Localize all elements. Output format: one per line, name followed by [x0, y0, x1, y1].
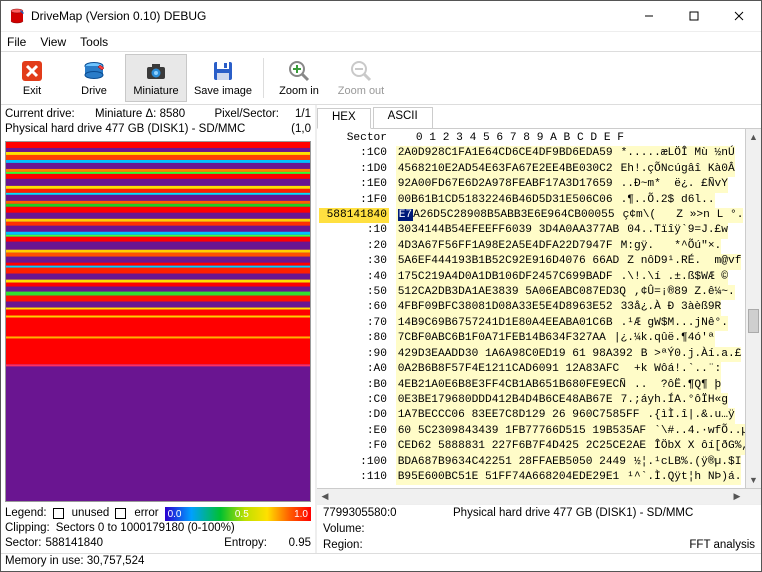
scroll-down-icon[interactable]: ▼: [746, 472, 761, 488]
miniature-button[interactable]: Miniature: [125, 54, 187, 102]
scroll-thumb[interactable]: [748, 309, 759, 333]
volume-val: [383, 523, 755, 535]
hex-viewer: Sector 0 1 2 3 4 5 6 7 8 9 A B C D E F:1…: [317, 129, 761, 488]
clipping-val: Sectors 0 to 1000179180 (0-100%): [56, 521, 235, 536]
zoom-out-icon: [349, 59, 373, 83]
info-bar: 7799305580:0 Physical hard drive 477 GB …: [317, 504, 761, 521]
save-icon: [211, 59, 235, 83]
current-drive-label: Current drive:: [5, 107, 95, 122]
grad-5: 0.5: [235, 507, 249, 522]
miniature-delta: Miniature Δ: 8580: [95, 107, 214, 122]
scroll-track[interactable]: [746, 145, 761, 472]
minimap[interactable]: [5, 141, 311, 502]
unused-checkbox[interactable]: [53, 508, 64, 519]
fft-link[interactable]: FFT analysis: [689, 539, 755, 551]
save-image-button[interactable]: Save image: [187, 52, 259, 104]
drive-desc: Physical hard drive 477 GB (DISK1) - SD/…: [5, 122, 279, 137]
drive-header: Current drive: Miniature Δ: 8580 Pixel/S…: [1, 105, 315, 139]
right-panel: HEX ASCII Sector 0 1 2 3 4 5 6 7 8 9 A B…: [317, 105, 761, 553]
window-controls: [626, 1, 761, 31]
grad-0: 0.0: [168, 507, 182, 522]
statusbar: Memory in use: 30,757,524: [1, 553, 761, 571]
menu-file[interactable]: File: [7, 35, 26, 49]
grad-1: 1.0: [294, 507, 308, 522]
region-val: [383, 539, 689, 551]
tab-ascii[interactable]: ASCII: [373, 107, 433, 128]
pixsec-val: 1/1: [279, 107, 311, 122]
clipping-label: Clipping:: [5, 521, 50, 536]
toolbar-separator: [263, 58, 264, 98]
titlebar: DriveMap (Version 0.10) DEBUG: [1, 1, 761, 31]
left-panel: Current drive: Miniature Δ: 8580 Pixel/S…: [1, 105, 317, 553]
menu-view[interactable]: View: [40, 35, 66, 49]
drive-label: Drive: [81, 85, 107, 97]
camera-icon: [144, 59, 168, 83]
app-icon: [9, 8, 25, 24]
sector-label: Sector:: [5, 536, 41, 551]
offset-val: 7799305580:0: [323, 507, 453, 519]
horizontal-scrollbar[interactable]: ◀ ▶: [317, 488, 761, 504]
hex-body[interactable]: Sector 0 1 2 3 4 5 6 7 8 9 A B C D E F:1…: [317, 129, 745, 488]
minimize-button[interactable]: [626, 1, 671, 31]
drive-icon: [82, 59, 106, 83]
content: Current drive: Miniature Δ: 8580 Pixel/S…: [1, 105, 761, 553]
mem-label: Memory in use:: [5, 555, 84, 570]
zoom-in-icon: [287, 59, 311, 83]
drive-desc-right: (1,0: [279, 122, 311, 137]
exit-label: Exit: [23, 85, 41, 97]
window-title: DriveMap (Version 0.10) DEBUG: [31, 9, 626, 23]
hex-tabs: HEX ASCII: [317, 107, 761, 129]
scroll-corner: [745, 489, 761, 504]
legend-label: Legend:: [5, 506, 47, 521]
close-button[interactable]: [716, 1, 761, 31]
tab-hex[interactable]: HEX: [317, 108, 371, 129]
zoom-in-label: Zoom in: [279, 85, 319, 97]
region-label: Region:: [323, 539, 383, 551]
zoom-in-button[interactable]: Zoom in: [268, 52, 330, 104]
drive-line: Physical hard drive 477 GB (DISK1) - SD/…: [453, 507, 755, 519]
region-row: Region: FFT analysis: [317, 537, 761, 553]
save-image-label: Save image: [194, 85, 252, 97]
exit-icon: [20, 59, 44, 83]
app-window: DriveMap (Version 0.10) DEBUG File View …: [0, 0, 762, 572]
sector-val: 588141840: [45, 536, 103, 551]
menubar: File View Tools: [1, 31, 761, 51]
toolbar: Exit Drive Miniature Save image Zoom in: [1, 51, 761, 105]
zoom-out-label: Zoom out: [338, 85, 384, 97]
menu-tools[interactable]: Tools: [80, 35, 108, 49]
volume-row: Volume:: [317, 521, 761, 537]
entropy-label: Entropy:: [224, 536, 267, 551]
error-checkbox[interactable]: [115, 508, 126, 519]
vertical-scrollbar[interactable]: ▲ ▼: [745, 129, 761, 488]
entropy-val: 0.95: [271, 536, 311, 551]
unused-label: unused: [72, 506, 110, 521]
scroll-left-icon[interactable]: ◀: [317, 489, 333, 504]
scroll-right-icon[interactable]: ▶: [729, 489, 745, 504]
exit-button[interactable]: Exit: [1, 52, 63, 104]
zoom-out-button[interactable]: Zoom out: [330, 52, 392, 104]
error-label: error: [134, 506, 158, 521]
pixsec-label: Pixel/Sector:: [214, 107, 279, 122]
gradient-bar: 0.0 0.5 1.0: [165, 507, 311, 521]
drive-button[interactable]: Drive: [63, 52, 125, 104]
scroll-up-icon[interactable]: ▲: [746, 129, 761, 145]
miniature-label: Miniature: [133, 85, 178, 97]
volume-label: Volume:: [323, 523, 383, 535]
maximize-button[interactable]: [671, 1, 716, 31]
legend: Legend: unused error 0.0 0.5 1.0 Clippin…: [1, 504, 315, 553]
mem-val: 30,757,524: [87, 555, 145, 570]
